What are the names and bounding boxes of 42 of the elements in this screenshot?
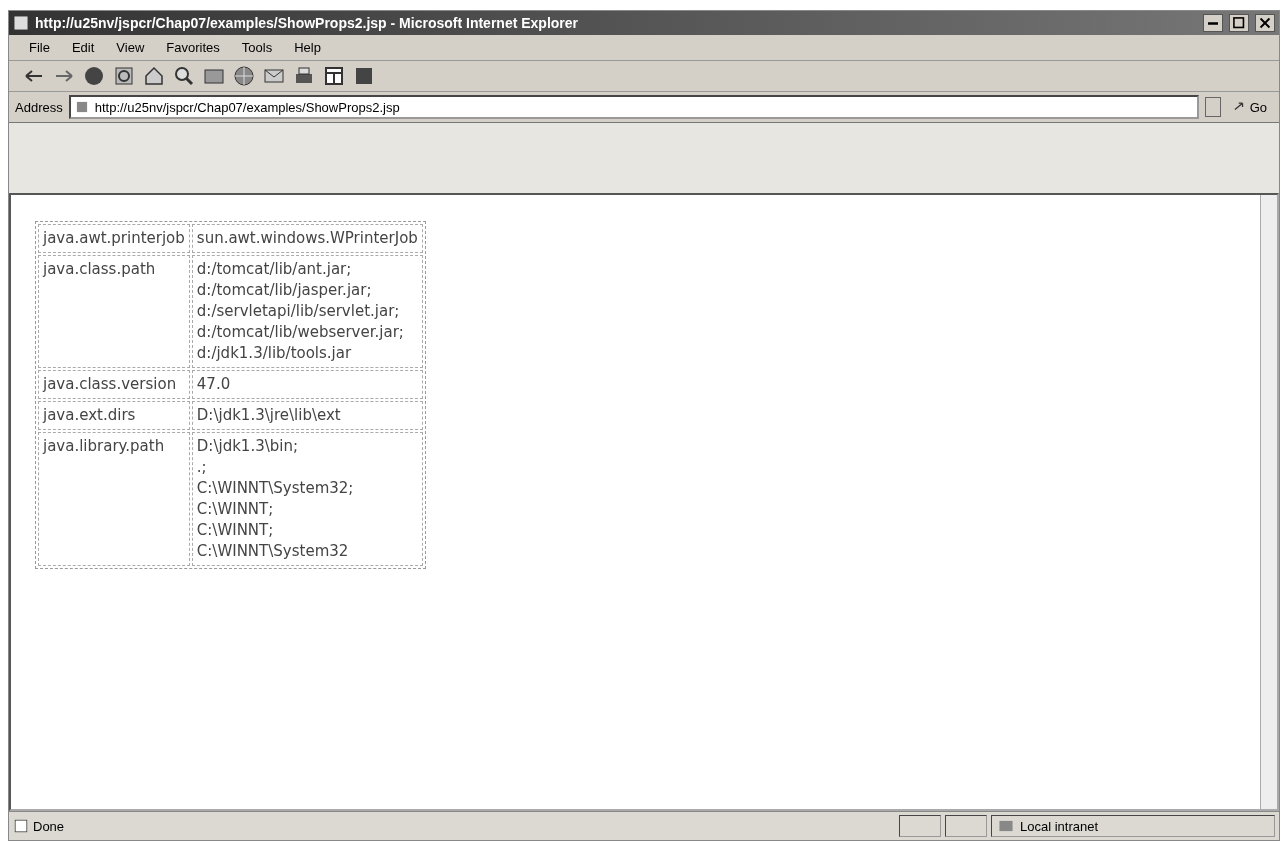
window-icon[interactable] [323,65,345,87]
page-icon [13,818,29,834]
menu-item[interactable]: Favorites [166,40,220,55]
status-pane [899,815,941,837]
property-value-cell: D:\jdk1.3\jre\lib\ext [191,401,423,430]
search-icon[interactable] [173,65,195,87]
menu-item[interactable]: Tools [241,40,273,55]
menu-item[interactable]: File [29,40,50,55]
status-pane [945,815,987,837]
property-name-cell: java.awt.printerjob [38,224,190,253]
menu-item[interactable]: Help [294,40,321,55]
minimize-icon [1208,21,1218,25]
window-title: http://u25nv/jspcr/Chap07/examples/ShowProps2.jsp - Microsoft Internet Explorer [35,15,579,31]
menu-item[interactable]: View [116,40,145,55]
refresh-icon[interactable] [113,65,135,87]
property-value-cell: D:\jdk1.3\bin; .; C:\WINNT\System32; C:\WINNT; C:\WINNT; C:\WINNT\System32 [191,432,423,566]
property-name-cell: java.ext.dirs [38,401,190,430]
zone-text: Local intranet [1020,818,1099,834]
property-name-cell: java.library.path [38,432,190,566]
maximize-icon [1232,16,1246,30]
page-icon [13,15,29,31]
close-icon [1258,16,1272,30]
scrollbar[interactable] [1260,195,1277,809]
close-button[interactable] [1255,14,1275,32]
square-icon[interactable] [353,65,375,87]
property-name-cell: java.class.version [38,370,190,399]
page-icon [74,100,89,114]
minimize-button[interactable] [1203,14,1223,32]
maximize-button[interactable] [1229,14,1249,32]
home-icon[interactable] [143,65,165,87]
property-value-cell: d:/tomcat/lib/ant.jar; d:/tomcat/lib/jasper.jar; d:/servletapi/lib/servlet.jar; d:/tomcat/lib/webserver.jar; d:/jdk1.3/lib/tools.jar [191,255,423,368]
menu-item[interactable]: Edit [71,40,95,55]
property-value-cell: 47.0 [191,370,423,399]
globe-icon[interactable] [233,65,255,87]
status-text: Done [33,818,66,834]
stop-icon[interactable] [83,65,105,87]
dropdown-button[interactable] [1204,97,1221,117]
property-value-cell: sun.awt.windows.WPrinterJob [191,224,423,253]
address-label: Address [15,99,63,115]
go-button[interactable]: Go [1226,99,1273,115]
property-name-cell: java.class.path [38,255,190,368]
address-field[interactable]: http://u25nv/jspcr/Chap07/examples/ShowProps2.jsp [68,95,1199,119]
